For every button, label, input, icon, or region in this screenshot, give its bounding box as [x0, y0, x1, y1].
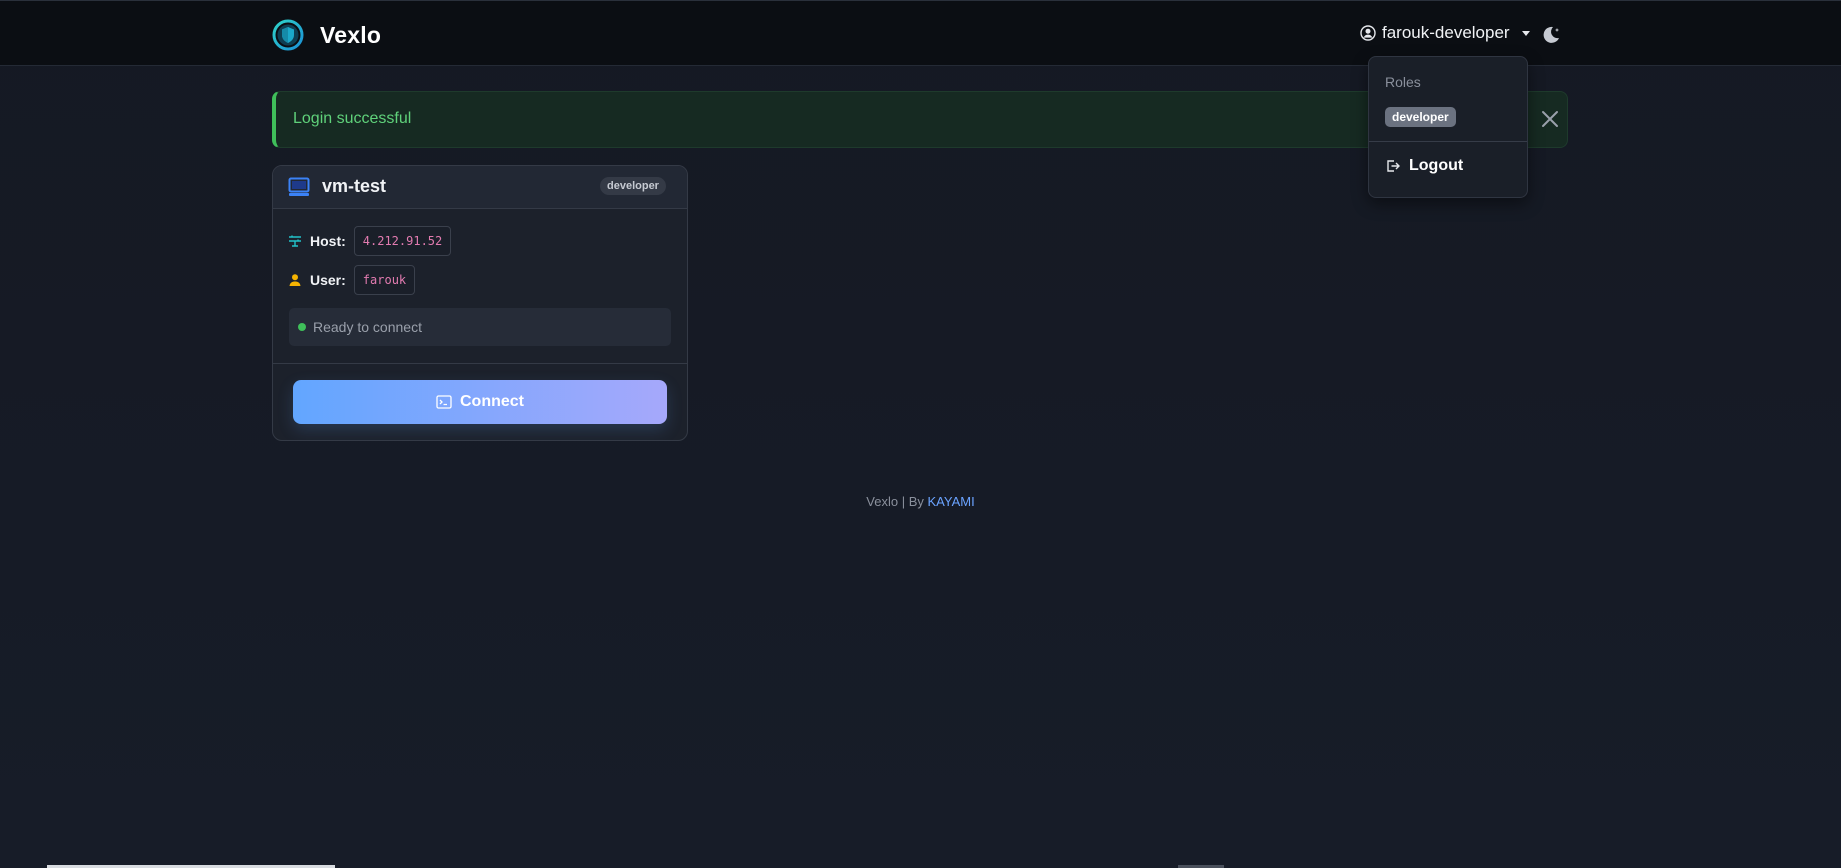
- status-dot: [298, 323, 306, 331]
- network-icon: [289, 235, 301, 247]
- navbar: Vexlo farouk-developer: [0, 0, 1841, 66]
- connect-button[interactable]: Connect: [293, 380, 667, 424]
- vm-card: vm-test developer Host: 4.212.91.52 User…: [272, 165, 688, 441]
- person-icon: [289, 274, 301, 286]
- logout-label: Logout: [1409, 157, 1464, 174]
- logout-icon: [1387, 160, 1400, 172]
- shield-logo-icon: [272, 19, 304, 51]
- chevron-down-icon: [1521, 30, 1530, 36]
- alert-message: Login successful: [293, 110, 412, 127]
- vm-role-badge: developer: [600, 177, 666, 195]
- brand-name: Vexlo: [320, 21, 382, 48]
- connect-label: Connect: [460, 393, 524, 410]
- brand[interactable]: Vexlo: [272, 19, 381, 51]
- footer-link-kayami[interactable]: KAYAMI: [927, 494, 974, 509]
- status-text: Ready to connect: [313, 319, 422, 335]
- host-row: Host: 4.212.91.52: [288, 226, 452, 256]
- dropdown-divider: [1369, 141, 1527, 142]
- monitor-icon: [288, 177, 310, 196]
- card-divider: [273, 363, 687, 364]
- roles-header: Roles: [1385, 74, 1421, 90]
- user-menu-toggle[interactable]: farouk-developer: [1360, 23, 1530, 43]
- logout-menu-item[interactable]: Logout: [1385, 157, 1463, 175]
- user-row: User: farouk: [288, 265, 416, 295]
- role-badge: developer: [1385, 107, 1456, 127]
- user-value: farouk: [353, 265, 416, 295]
- footer: Vexlo | By KAYAMI: [0, 494, 1841, 509]
- host-label: Host:: [310, 233, 346, 249]
- footer-text: Vexlo | By: [866, 494, 928, 509]
- close-icon[interactable]: [1538, 107, 1562, 131]
- moon-icon[interactable]: [1540, 24, 1562, 46]
- vm-name: vm-test: [322, 176, 387, 196]
- user-circle-icon: [1360, 25, 1376, 41]
- vm-card-header: vm-test developer: [273, 166, 687, 209]
- terminal-icon: [436, 395, 452, 409]
- status-box: Ready to connect: [289, 308, 671, 346]
- username: farouk-developer: [1382, 23, 1510, 42]
- user-dropdown-menu: Roles developer Logout: [1368, 56, 1528, 198]
- host-value: 4.212.91.52: [353, 226, 452, 256]
- user-label: User:: [310, 272, 346, 288]
